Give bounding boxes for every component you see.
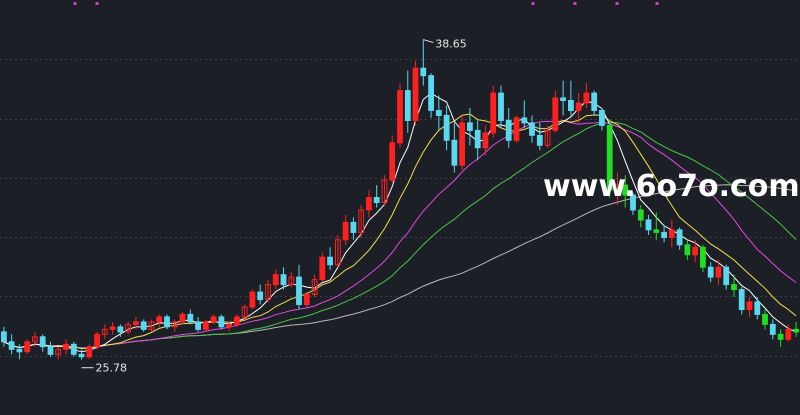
candle-body [257,291,264,301]
top-marker [73,2,77,5]
candle-body [8,341,15,350]
candle-body [668,229,675,238]
candle-body [1,331,7,343]
candle-body [70,343,77,355]
candle-body [366,197,372,211]
candle-body [78,353,85,358]
candlestick-chart: 38.65 25.78 www.6o7o.com [0,0,800,415]
candle-body [521,117,528,124]
candle-body [327,256,334,266]
candle-body [676,229,683,246]
top-marker [573,2,577,5]
candle-body [583,92,590,104]
candle-body [451,139,458,166]
candle-body [303,294,310,306]
candle-body [568,100,574,111]
candle-body [785,328,792,340]
candle-body [599,110,605,126]
candle-body [272,274,279,286]
candle-body [746,301,753,310]
candle-body [397,90,403,144]
candle-body [210,316,217,323]
candle-body [280,274,287,286]
candle-body [47,346,54,355]
candle-body [777,333,784,340]
candle-body [412,67,419,121]
candle-body [762,313,768,325]
candle-body [133,321,139,325]
candle-body [723,266,730,286]
candle-body [692,246,699,256]
candle-body [505,119,512,141]
candle-body [428,75,435,111]
chart-background [0,0,800,415]
candle-body [140,321,147,330]
candle-body [482,132,489,149]
candle-body [661,231,668,238]
candle-body [529,122,535,136]
candle-body [754,301,761,315]
candle-body [24,341,31,353]
candle-body [117,326,124,333]
top-marker [655,2,659,5]
candle-body [435,110,442,116]
candle-body [443,114,450,141]
candle-body [218,316,225,328]
candle-body [187,313,194,323]
candle-body [373,197,380,203]
candle-body [94,333,100,348]
candle-body [179,313,186,323]
candle-body [684,244,691,256]
candle-body [513,117,520,141]
candle-body [474,129,481,149]
candle-body [63,343,69,350]
candle-body [164,316,170,328]
candle-body [793,328,800,333]
candle-body [653,229,660,233]
candle-body [738,289,745,311]
candle-body [202,321,209,330]
candle-body [459,122,466,166]
max-price-label: 38.65 [435,38,467,51]
candle-body [249,291,256,308]
candle-body [156,316,163,323]
candle-body [319,256,326,281]
candle-body [536,134,543,146]
candle-body [575,102,582,111]
candle-body [715,266,722,278]
candle-body [350,221,357,233]
candle-body [342,221,349,241]
candle-body [420,67,427,77]
candle-body [226,323,232,328]
candle-body [707,266,714,278]
candle-body [700,246,706,268]
candle-body [637,209,644,221]
watermark: www.6o7o.com [543,169,800,204]
candle-body [552,97,559,131]
candle-body [39,336,46,348]
min-price-label: 25.78 [96,362,128,375]
top-marker [531,2,535,5]
top-marker [615,2,619,5]
candle-body [769,323,776,335]
candle-body [234,316,240,325]
candle-body [560,97,567,101]
candle-body [86,346,93,358]
candle-body [467,122,473,131]
candle-body [389,142,396,181]
candle-body [731,284,737,291]
top-marker [95,2,99,5]
candle-body [195,321,201,330]
candle-body [109,326,116,330]
candle-body [404,90,411,121]
candle-body [16,348,23,353]
candle-body [296,276,302,306]
candle-body [490,92,497,134]
candle-body [591,92,598,111]
candle-body [498,92,504,121]
candle-body [645,219,652,231]
